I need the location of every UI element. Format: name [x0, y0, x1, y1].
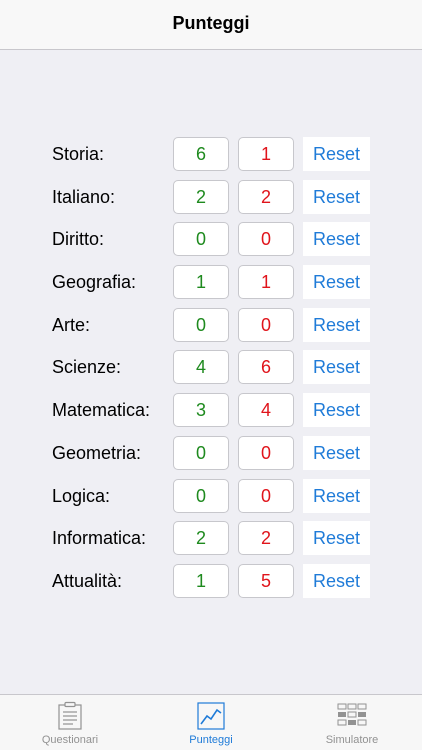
score-row-italiano: Italiano: 2 2 Reset [0, 179, 422, 223]
reset-button[interactable]: Reset [303, 265, 370, 300]
wrong-count: 6 [238, 350, 294, 385]
reset-button[interactable]: Reset [303, 563, 370, 598]
reset-button[interactable]: Reset [303, 393, 370, 428]
correct-count: 2 [173, 521, 229, 556]
correct-count: 0 [173, 222, 229, 257]
correct-count: 0 [173, 435, 229, 470]
tab-simulatore[interactable]: Simulatore [282, 695, 422, 750]
wrong-count: 2 [238, 179, 294, 214]
correct-count: 0 [173, 478, 229, 513]
tab-bar: Questionari Punteggi Simulatore [0, 694, 422, 750]
wrong-count: 0 [238, 435, 294, 470]
wrong-count: 0 [238, 478, 294, 513]
score-row-geometria: Geometria: 0 0 Reset [0, 435, 422, 479]
grid-icon [337, 703, 367, 726]
tab-questionari[interactable]: Questionari [0, 695, 140, 750]
reset-button[interactable]: Reset [303, 179, 370, 214]
subject-label: Informatica: [52, 528, 147, 549]
reset-button[interactable]: Reset [303, 478, 370, 513]
tab-label: Questionari [41, 734, 99, 746]
wrong-count: 0 [238, 307, 294, 342]
subject-label: Attualità: [52, 570, 123, 591]
reset-button[interactable]: Reset [303, 307, 370, 342]
score-row-scienze: Scienze: 4 6 Reset [0, 350, 422, 393]
subject-label: Scienze: [52, 357, 122, 378]
tab-label: Punteggi [189, 734, 233, 746]
document-icon [58, 701, 82, 730]
score-row-informatica: Informatica: 2 2 Reset [0, 521, 422, 564]
tab-label: Simulatore [325, 734, 379, 746]
subject-label: Geografia: [52, 272, 137, 293]
navigation-bar: Punteggi [0, 0, 422, 50]
scores-list: Storia: 6 1 Reset Italiano: 2 2 Reset Di… [0, 137, 422, 607]
wrong-count: 1 [238, 265, 294, 300]
correct-count: 3 [173, 393, 229, 428]
score-row-storia: Storia: 6 1 Reset [0, 137, 422, 180]
correct-count: 6 [173, 137, 229, 171]
subject-label: Storia: [52, 144, 105, 164]
wrong-count: 5 [238, 563, 294, 598]
reset-button[interactable]: Reset [303, 222, 370, 257]
reset-button[interactable]: Reset [303, 350, 370, 385]
wrong-count: 0 [238, 222, 294, 257]
score-row-geografia: Geografia: 1 1 Reset [0, 265, 422, 308]
correct-count: 2 [173, 179, 229, 214]
reset-button[interactable]: Reset [303, 521, 370, 556]
score-row-arte: Arte: 0 0 Reset [0, 307, 422, 351]
correct-count: 1 [173, 563, 229, 598]
wrong-count: 2 [238, 521, 294, 556]
wrong-count: 1 [238, 137, 294, 171]
score-row-matematica: Matematica: 3 4 Reset [0, 393, 422, 436]
score-row-attualita: Attualità: 1 5 Reset [0, 563, 422, 607]
subject-label: Italiano: [52, 186, 116, 207]
correct-count: 4 [173, 350, 229, 385]
correct-count: 1 [173, 265, 229, 300]
page-title: Punteggi [172, 13, 250, 33]
score-row-diritto: Diritto: 0 0 Reset [0, 222, 422, 265]
score-row-logica: Logica: 0 0 Reset [0, 478, 422, 522]
chart-icon [197, 702, 225, 730]
subject-label: Diritto: [52, 229, 105, 250]
correct-count: 0 [173, 307, 229, 342]
subject-label: Matematica: [52, 400, 151, 421]
subject-label: Logica: [52, 485, 111, 506]
reset-button[interactable]: Reset [303, 435, 370, 470]
wrong-count: 4 [238, 393, 294, 428]
tab-punteggi[interactable]: Punteggi [141, 695, 281, 750]
subject-label: Arte: [52, 314, 91, 335]
reset-button[interactable]: Reset [303, 137, 370, 171]
subject-label: Geometria: [52, 442, 142, 463]
